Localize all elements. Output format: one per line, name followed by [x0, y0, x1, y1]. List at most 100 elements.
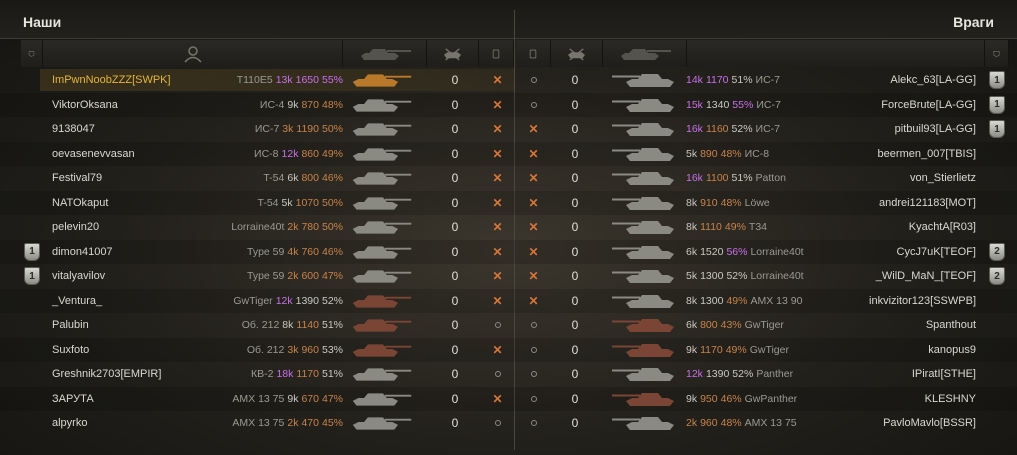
- vehicle-name: Об. 212: [246, 343, 285, 356]
- header-cell[interactable]: [479, 40, 514, 67]
- vehicle-icon-cell: [604, 166, 682, 190]
- vehicle-icon-cell: [349, 264, 415, 288]
- tank-icon: [612, 147, 674, 161]
- win-rate: 51%: [731, 172, 753, 184]
- player-row: NATOkaput T-54 5k 1070 50% 0 ✕ ✕ 0 8k 910 48% Löwe an…: [0, 190, 1017, 215]
- header-cell[interactable]: [43, 40, 343, 67]
- player-stats: ИС-7 3k 1190 50%: [150, 117, 343, 141]
- player-stats: ИС-8 12k 860 49%: [150, 142, 343, 166]
- player-name[interactable]: inkvizitor123[SSWPB]: [800, 289, 976, 313]
- vehicle-name: GwTiger: [749, 343, 789, 356]
- rating-value: 780: [301, 221, 319, 233]
- vehicle-icon-cell: [604, 387, 682, 411]
- player-stats: Type 59 4k 760 46%: [150, 240, 343, 264]
- vehicle-icon-cell: [349, 313, 415, 337]
- status-header-icon: [492, 49, 500, 58]
- vehicle-header-icon: [620, 48, 671, 60]
- frags-count: 0: [451, 244, 459, 259]
- vehicle-icon-cell: [604, 240, 682, 264]
- header-cell[interactable]: [427, 40, 479, 67]
- battles-count: 13k: [275, 74, 293, 86]
- rating-value: 800: [301, 172, 319, 184]
- rating-value: 1300: [700, 270, 724, 282]
- player-name[interactable]: KLESHNY: [800, 387, 976, 411]
- header-cell[interactable]: [21, 40, 43, 67]
- player-name[interactable]: ForceBrute[LA-GG]: [800, 93, 976, 117]
- rating-value: 800: [700, 319, 718, 331]
- status-cell: ✕: [481, 93, 514, 117]
- player-header-icon: [183, 45, 202, 63]
- status-cell: ✕: [517, 264, 550, 288]
- frags-count: 0: [451, 269, 459, 283]
- header-cell[interactable]: [516, 40, 551, 67]
- rank-badge-icon: 2: [989, 267, 1005, 285]
- rating-value: 1340: [705, 98, 730, 111]
- alive-icon: [530, 420, 537, 426]
- player-name[interactable]: pitbuil93[LA-GG]: [800, 117, 976, 141]
- header-cell[interactable]: [687, 40, 985, 67]
- player-name[interactable]: Spanthout: [800, 313, 976, 337]
- player-name[interactable]: _WilD_MaN_[TEOF]: [800, 264, 976, 288]
- vehicle-icon-cell: [604, 68, 682, 92]
- player-name[interactable]: Alekc_63[LA-GG]: [800, 68, 976, 92]
- battles-count: 6k: [287, 172, 299, 184]
- frags-count: 0: [571, 171, 579, 185]
- header-cell[interactable]: [343, 40, 427, 67]
- win-rate: 48%: [321, 98, 343, 111]
- rank-cell: 1: [986, 93, 1008, 117]
- battles-count: 15k: [686, 98, 703, 111]
- status-header-icon: [529, 49, 537, 58]
- status-cell: ✕: [481, 68, 514, 92]
- rating-value: 1300: [700, 294, 724, 307]
- player-name[interactable]: beermen_007[TBIS]: [800, 142, 976, 166]
- header-cell[interactable]: [985, 40, 1009, 67]
- status-cell: [481, 313, 514, 337]
- player-row: ViktorOksana ИС-4 9k 870 48% 0 ✕ 0 15k 1340 55% ИС-…: [0, 92, 1017, 117]
- vehicle-icon-cell: [349, 289, 415, 313]
- win-rate: 46%: [321, 172, 343, 184]
- alive-icon: [530, 346, 537, 353]
- player-row: 9138047 ИС-7 3k 1190 50% 0 ✕ ✕ 0 16k 1160 52% ИС-7 pi…: [0, 117, 1017, 142]
- frags-count: 0: [571, 122, 579, 136]
- tank-icon: [612, 392, 674, 406]
- player-stats: GwTiger 12k 1390 52%: [150, 289, 343, 313]
- player-name[interactable]: CycJ7uK[TEOF]: [800, 240, 976, 264]
- vehicle-name: AMX 13 75: [232, 392, 285, 405]
- rating-value: 1140: [296, 319, 319, 331]
- enemies-title: Враги: [953, 14, 994, 30]
- status-cell: ✕: [517, 117, 550, 141]
- vehicle-header-icon: [360, 48, 411, 60]
- frags-count: 0: [571, 391, 579, 406]
- player-name[interactable]: PavloMavlo[BSSR]: [800, 411, 976, 435]
- rating-value: 1110: [700, 221, 722, 233]
- battles-count: 12k: [281, 147, 299, 160]
- frags-count: 0: [571, 73, 579, 87]
- destroyed-icon: ✕: [528, 195, 539, 210]
- tank-icon: [352, 294, 412, 308]
- header-cell[interactable]: [551, 40, 603, 67]
- status-cell: ✕: [481, 142, 514, 166]
- tank-icon: [612, 343, 674, 357]
- player-name[interactable]: KyachtA[R03]: [800, 215, 976, 239]
- alive-icon: [530, 322, 537, 328]
- destroyed-icon: ✕: [528, 244, 539, 259]
- rating-value: 870: [301, 98, 319, 111]
- rating-value: 860: [301, 147, 319, 160]
- alive-icon: [494, 420, 501, 426]
- status-cell: [517, 387, 550, 411]
- player-name[interactable]: von_Stierlietz: [800, 166, 976, 190]
- vehicle-name: Об. 212: [241, 319, 280, 331]
- vehicle-name: Lorraine40t: [750, 270, 804, 282]
- player-stats: Об. 212 3k 960 53%: [150, 338, 343, 362]
- player-name[interactable]: IPiratI[STHE]: [800, 362, 976, 386]
- header-cell[interactable]: [603, 40, 687, 67]
- player-name[interactable]: andrei121183[MOT]: [800, 191, 976, 215]
- rating-value: 600: [301, 270, 319, 282]
- player-name[interactable]: kanopus9: [800, 338, 976, 362]
- vehicle-name: ИС-8: [254, 147, 279, 160]
- tank-icon: [612, 172, 674, 185]
- player-stats: КВ-2 18k 1170 51%: [150, 362, 343, 386]
- player-row: ЗАРУТА AMX 13 75 9k 670 47% 0 ✕ 0 9k 950 46% GwPant…: [0, 386, 1017, 411]
- win-rate: 49%: [321, 147, 343, 160]
- player-stats: T-54 6k 800 46%: [150, 166, 343, 190]
